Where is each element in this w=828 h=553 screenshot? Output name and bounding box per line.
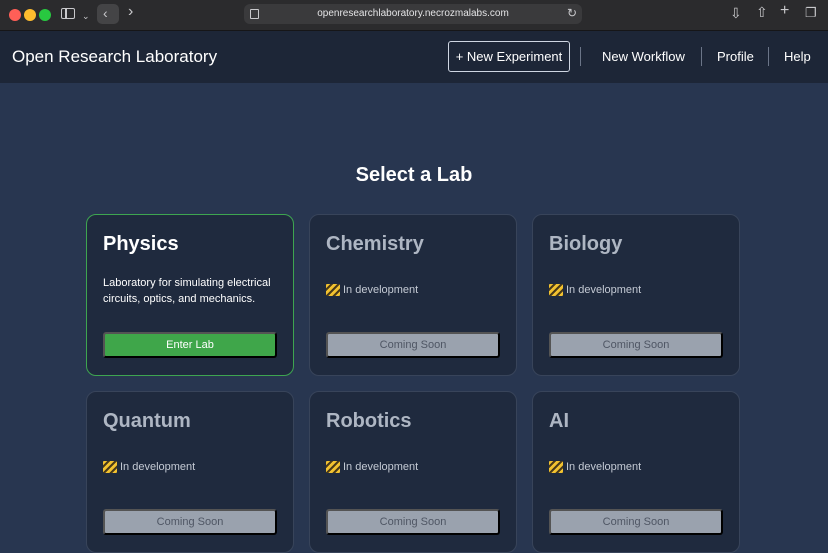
tab-overview-icon[interactable]: ❐ xyxy=(805,6,817,20)
new-workflow-link[interactable]: New Workflow xyxy=(602,49,685,64)
url-text: openresearchlaboratory.necrozmalabs.com xyxy=(317,8,509,19)
app-title[interactable]: Open Research Laboratory xyxy=(12,47,217,67)
chevron-down-icon[interactable]: ⌄ xyxy=(82,9,90,23)
lab-card-status-text: In development xyxy=(120,461,196,473)
lab-card-title: Physics xyxy=(103,233,179,255)
lab-card-robotics: Robotics In development Coming Soon xyxy=(309,391,517,553)
new-experiment-button[interactable]: + New Experiment xyxy=(448,41,570,72)
reload-icon[interactable]: ↻ xyxy=(567,6,577,20)
address-bar[interactable]: openresearchlaboratory.necrozmalabs.com … xyxy=(244,4,582,24)
construction-icon xyxy=(326,284,340,296)
lab-card-status: In development xyxy=(549,461,641,473)
sidebar-toggle-icon[interactable] xyxy=(61,8,75,19)
coming-soon-button[interactable]: Coming Soon xyxy=(326,332,500,358)
construction-icon xyxy=(549,284,563,296)
chevron-left-icon: ‹ xyxy=(103,5,108,21)
coming-soon-button[interactable]: Coming Soon xyxy=(326,509,500,535)
lab-card-physics: Physics Laboratory for simulating electr… xyxy=(86,214,294,376)
coming-soon-button[interactable]: Coming Soon xyxy=(549,332,723,358)
page-title: Select a Lab xyxy=(355,164,473,186)
lab-card-ai: AI In development Coming Soon xyxy=(532,391,740,553)
enter-lab-button[interactable]: Enter Lab xyxy=(103,332,277,358)
lab-card-title: Robotics xyxy=(326,410,412,432)
lab-card-title: Chemistry xyxy=(326,233,424,255)
lab-card-status: In development xyxy=(549,284,641,296)
lab-card-title: Biology xyxy=(549,233,623,255)
lab-card-status-text: In development xyxy=(566,284,642,296)
lab-card-biology: Biology In development Coming Soon xyxy=(532,214,740,376)
lab-card-status: In development xyxy=(326,284,418,296)
construction-icon xyxy=(326,461,340,473)
lab-card-status-text: In development xyxy=(343,284,419,296)
construction-icon xyxy=(549,461,563,473)
lab-card-status: In development xyxy=(103,461,195,473)
lab-card-quantum: Quantum In development Coming Soon xyxy=(86,391,294,553)
browser-toolbar: ⌄ ‹ › openresearchlaboratory.necrozmalab… xyxy=(0,0,828,31)
lab-card-status-text: In development xyxy=(566,461,642,473)
close-window-button[interactable] xyxy=(9,9,21,21)
download-icon[interactable]: ⇩ xyxy=(730,6,742,20)
lab-card-description: Laboratory for simulating electrical cir… xyxy=(103,277,271,305)
back-button[interactable]: ‹ xyxy=(97,4,119,24)
help-link[interactable]: Help xyxy=(784,49,811,64)
share-icon[interactable]: ⇧ xyxy=(756,5,768,19)
lab-card-title: Quantum xyxy=(103,410,191,432)
fullscreen-window-button[interactable] xyxy=(39,9,51,21)
forward-button[interactable]: › xyxy=(128,4,133,20)
app-navbar: Open Research Laboratory + New Experimen… xyxy=(0,31,828,83)
lab-card-chemistry: Chemistry In development Coming Soon xyxy=(309,214,517,376)
coming-soon-button[interactable]: Coming Soon xyxy=(549,509,723,535)
coming-soon-button[interactable]: Coming Soon xyxy=(103,509,277,535)
lab-card-title: AI xyxy=(549,410,569,432)
nav-divider xyxy=(701,47,702,66)
lab-card-status-text: In development xyxy=(343,461,419,473)
nav-divider xyxy=(768,47,769,66)
new-tab-icon[interactable]: + xyxy=(780,3,789,19)
minimize-window-button[interactable] xyxy=(24,9,36,21)
nav-divider xyxy=(580,47,581,66)
profile-link[interactable]: Profile xyxy=(717,49,754,64)
lab-card-status: In development xyxy=(326,461,418,473)
construction-icon xyxy=(103,461,117,473)
